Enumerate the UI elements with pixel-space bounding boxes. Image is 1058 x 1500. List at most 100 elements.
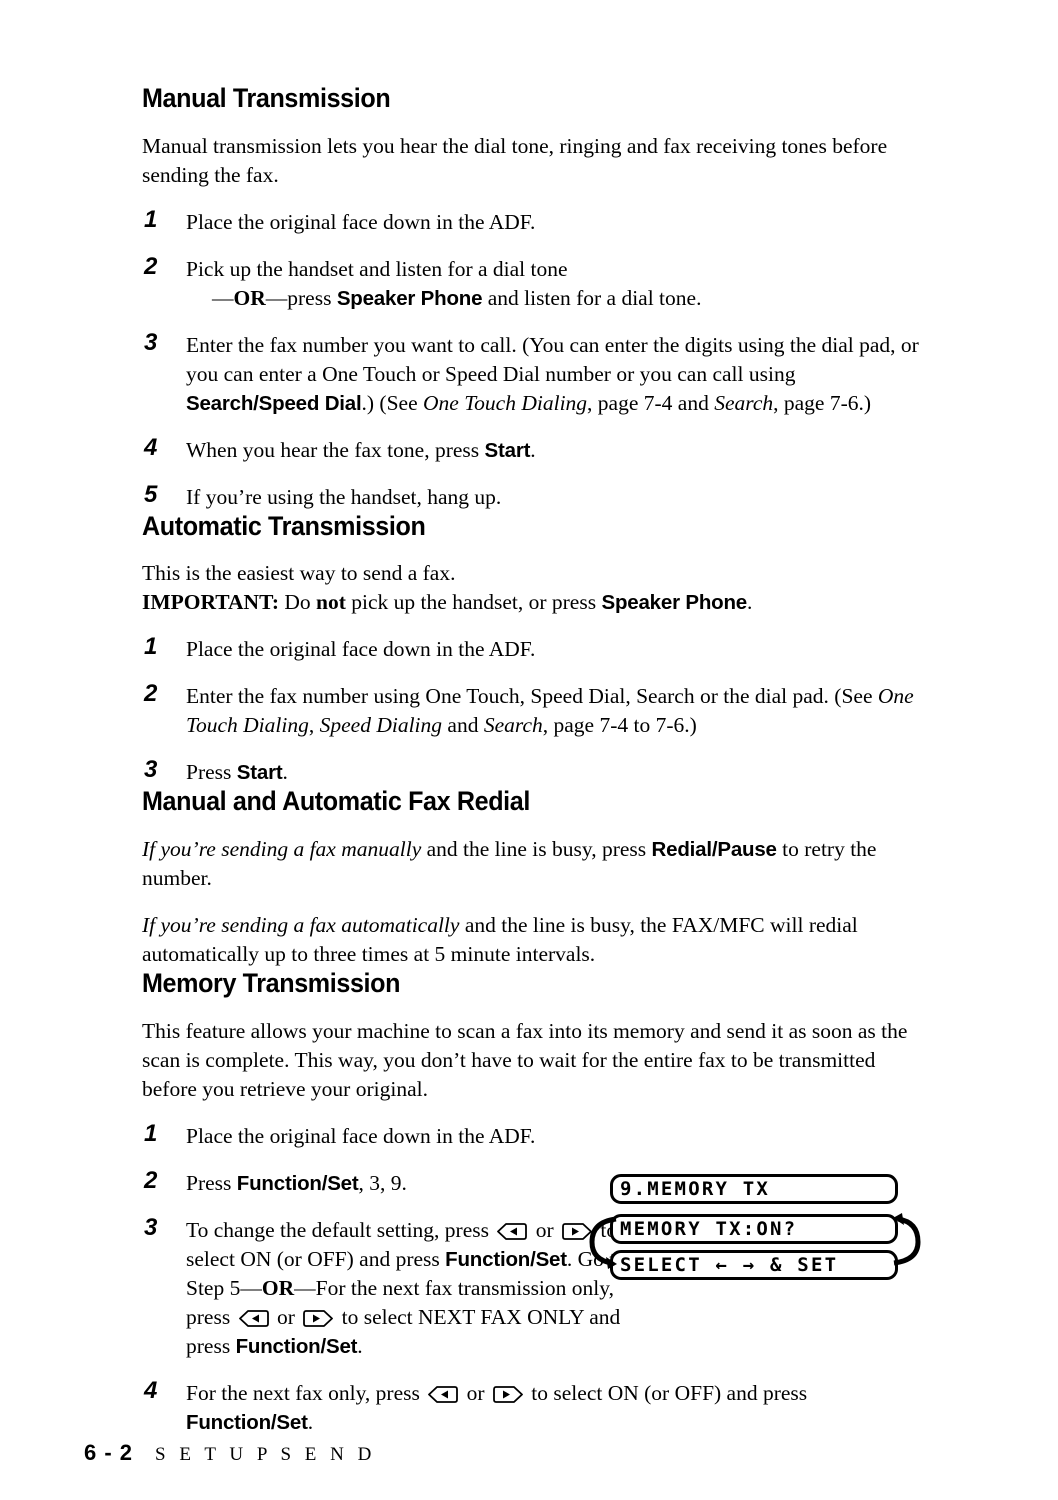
step-number: 2 bbox=[144, 680, 158, 708]
key-label-function-set: Function/Set bbox=[236, 1171, 359, 1195]
cross-reference-title: Speed Dialing bbox=[319, 713, 443, 738]
step-text-part: , page 7-6.) bbox=[773, 390, 872, 415]
important-text-part: Do bbox=[279, 590, 317, 615]
paragraph-manual-intro: Manual transmission lets you hear the di… bbox=[142, 133, 888, 187]
heading-memory-transmission: Memory Transmission bbox=[142, 968, 401, 999]
paragraph-automatic-intro: This is the easiest way to send a fax. I… bbox=[142, 559, 932, 617]
key-label-function-set: Function/Set bbox=[445, 1247, 567, 1271]
step-number: 1 bbox=[144, 1119, 158, 1147]
cross-reference-title: One Touch Dialing bbox=[423, 390, 588, 415]
step-text-part: . bbox=[530, 437, 536, 462]
step-number: 3 bbox=[144, 328, 158, 356]
arrow-left-key-icon bbox=[428, 1385, 459, 1403]
step-subline-tail: and listen for a dial tone. bbox=[482, 285, 702, 310]
paragraph-redial-automatic: If you’re sending a fax automatically an… bbox=[142, 911, 932, 969]
redial-manual-emphasis: If you’re sending a fax manually bbox=[142, 837, 422, 862]
step-subline: —OR—press Speaker Phone and listen for a… bbox=[186, 284, 932, 313]
intro-line: This is the easiest way to send a fax. bbox=[142, 561, 456, 586]
important-text-part: pick up the handset, or press bbox=[345, 590, 602, 615]
heading-fax-redial: Manual and Automatic Fax Redial bbox=[142, 786, 530, 817]
step-item: 2 Enter the fax number using One Touch, S… bbox=[142, 680, 932, 740]
step-item: 1 Place the original face down in the AD… bbox=[142, 1119, 932, 1151]
step-number: 2 bbox=[144, 252, 158, 280]
key-label-speaker-phone: Speaker Phone bbox=[336, 286, 483, 310]
step-item: 1 Place the original face down in the AD… bbox=[142, 205, 932, 237]
step-text-part: Press bbox=[186, 1170, 237, 1195]
step-item: 4 When you hear the fax tone, press Start… bbox=[142, 433, 932, 465]
key-label-start: Start bbox=[484, 438, 531, 462]
step-text-part: or bbox=[461, 1380, 490, 1405]
step-item: 3 Press Start. bbox=[142, 756, 932, 787]
step-text-part: Enter the fax number you want to call. (… bbox=[186, 332, 919, 386]
or-emphasis: OR bbox=[261, 1275, 295, 1300]
step-text-part: to select ON (or OFF) and press bbox=[525, 1380, 808, 1405]
step-number: 5 bbox=[144, 480, 158, 508]
step-text-part: .) (See bbox=[361, 390, 423, 415]
step-item: 3 Enter the fax number you want to call. … bbox=[142, 328, 932, 418]
important-not-emphasis: not bbox=[316, 590, 346, 615]
step-number: 2 bbox=[144, 1166, 158, 1194]
step-text: Pick up the handset and listen for a dia… bbox=[186, 256, 568, 281]
step-item: 1 Place the original face down in the AD… bbox=[142, 633, 932, 664]
step-text-part: . bbox=[307, 1409, 314, 1434]
step-text-part: When you hear the fax tone, press bbox=[186, 437, 485, 462]
step-item: 2 Pick up the handset and listen for a d… bbox=[142, 252, 932, 313]
step-item: 4 For the next fax only, press or to sele… bbox=[142, 1376, 836, 1437]
loop-arrow-up-icon bbox=[890, 1212, 924, 1272]
key-label-search-speed-dial: Search/Speed Dial bbox=[186, 391, 362, 415]
step-text: If you’re using the handset, hang up. bbox=[186, 484, 502, 509]
arrow-left-key-icon bbox=[238, 1309, 269, 1327]
step-number: 4 bbox=[144, 1376, 158, 1404]
or-emphasis: OR bbox=[233, 285, 266, 310]
important-text-part: . bbox=[746, 590, 753, 615]
redial-auto-emphasis: If you’re sending a fax automatically bbox=[142, 913, 460, 938]
step-text: Place the original face down in the ADF. bbox=[186, 1123, 536, 1148]
paragraph-memory-intro: This feature allows your machine to scan… bbox=[142, 1018, 908, 1101]
step-item: 3 To change the default setting, press or… bbox=[142, 1213, 626, 1361]
key-label-function-set: Function/Set bbox=[235, 1334, 358, 1358]
footer-chapter-title: S E T U P S E N D bbox=[155, 1444, 376, 1465]
step-text-part: or bbox=[530, 1217, 560, 1242]
key-label-redial-pause: Redial/Pause bbox=[651, 838, 777, 862]
or-dash-suffix: —press bbox=[265, 285, 337, 310]
step-text-part: , page 7-4 and bbox=[587, 390, 715, 415]
lcd-display-panel: 9.MEMORY TX MEMORY TX:ON? SELECT ← → & S… bbox=[589, 1174, 924, 1290]
step-text: Place the original face down in the ADF. bbox=[186, 637, 536, 662]
step-text-part: , 3, 9. bbox=[358, 1170, 407, 1195]
step-text-part: , bbox=[308, 713, 320, 738]
lcd-line-prompt: SELECT ← → & SET bbox=[610, 1250, 898, 1280]
important-label: IMPORTANT: bbox=[142, 590, 279, 615]
step-text-part: To change the default setting, press bbox=[186, 1217, 495, 1242]
arrow-right-key-icon bbox=[493, 1385, 523, 1403]
step-number: 1 bbox=[144, 205, 158, 233]
or-dash-prefix: — bbox=[212, 285, 234, 310]
footer-page-number: 6 - 2 bbox=[84, 1440, 134, 1465]
step-number: 4 bbox=[144, 433, 158, 461]
step-text-part: or bbox=[271, 1304, 301, 1329]
step-text-part: , page 7-4 to 7-6.) bbox=[542, 713, 697, 738]
step-text-part: . bbox=[282, 760, 288, 785]
redial-text-part: and the line is busy, press bbox=[421, 837, 652, 862]
paragraph-redial-manual: If you’re sending a fax manually and the… bbox=[142, 835, 932, 893]
key-label-start: Start bbox=[236, 761, 283, 785]
lcd-line-setting: MEMORY TX:ON? bbox=[610, 1214, 898, 1244]
loop-arrow-down-icon bbox=[586, 1212, 620, 1272]
step-number: 3 bbox=[144, 756, 158, 784]
step-text-part: For the next fax only, press bbox=[186, 1380, 426, 1405]
step-number: 1 bbox=[144, 633, 158, 661]
step-number: 3 bbox=[144, 1213, 158, 1241]
heading-automatic-transmission: Automatic Transmission bbox=[142, 510, 426, 541]
arrow-right-key-icon bbox=[303, 1309, 334, 1327]
key-label-function-set: Function/Set bbox=[186, 1410, 308, 1434]
step-text-part: Enter the fax number using One Touch, Sp… bbox=[186, 684, 878, 709]
step-text: Place the original face down in the ADF. bbox=[186, 209, 536, 234]
step-text-part: Press bbox=[186, 760, 237, 785]
key-label-speaker-phone: Speaker Phone bbox=[601, 591, 747, 615]
cross-reference-title: Search bbox=[483, 713, 543, 738]
lcd-line-menu: 9.MEMORY TX bbox=[610, 1174, 898, 1204]
step-text-part: . bbox=[357, 1333, 363, 1358]
cross-reference-title: Search bbox=[714, 390, 774, 415]
document-page: Manual Transmission Manual transmission … bbox=[0, 0, 1058, 1500]
page-footer: 6 - 2 S E T U P S E N D bbox=[84, 1440, 376, 1466]
heading-manual-transmission: Manual Transmission bbox=[142, 83, 391, 113]
